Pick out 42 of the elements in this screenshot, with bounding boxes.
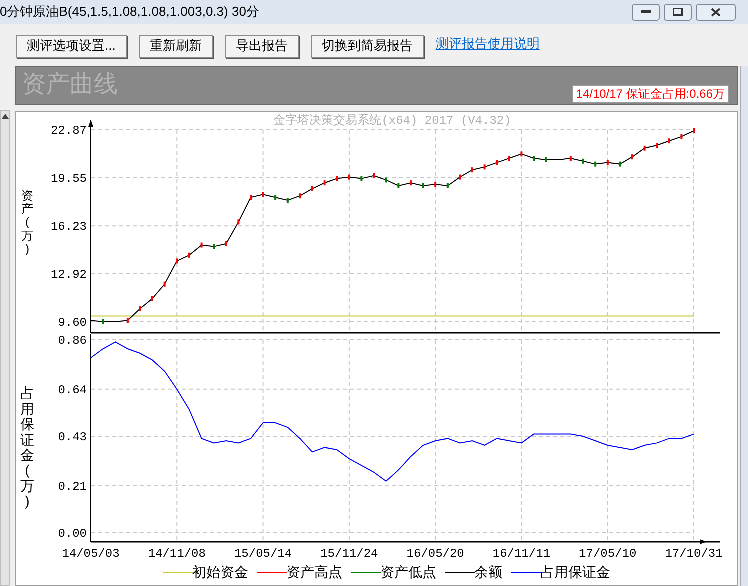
legend-label: 余额 <box>474 563 502 582</box>
minimize-icon <box>641 10 651 14</box>
y-tick-label: 9.60 <box>58 316 87 330</box>
help-link[interactable]: 测评报告使用说明 <box>436 34 540 54</box>
y-tick-label: 0.43 <box>58 430 87 444</box>
margin-annotation: 14/10/17 保证金占用:0.66万 <box>572 85 729 103</box>
x-tick-label: 15/05/14 <box>234 547 292 561</box>
y-tick-label: 0.64 <box>58 383 87 398</box>
toolbar-button[interactable]: 切换到简易报告 <box>310 34 424 58</box>
x-tick-label: 17/05/10 <box>579 547 637 561</box>
x-tick-label: 16/11/11 <box>492 547 551 561</box>
close-button[interactable] <box>696 4 736 20</box>
legend-label: 占用保证金 <box>540 563 610 582</box>
close-icon <box>711 8 721 16</box>
axis-title: 占用保证金(万) <box>19 386 36 510</box>
scroll-up-icon <box>2 114 8 119</box>
y-tick-label: 0.21 <box>58 480 87 494</box>
x-tick-label: 16/05/20 <box>406 547 464 561</box>
y-tick-label: 0.86 <box>58 334 87 348</box>
y-tick-label: 0.00 <box>58 527 87 541</box>
x-tick-label: 17/10/31 <box>665 547 723 561</box>
toolbar-button[interactable]: 测评选项设置... <box>16 34 127 58</box>
y-tick-label: 22.87 <box>50 124 87 138</box>
y-tick-label: 16.23 <box>50 220 87 234</box>
axis-title: 资产(万) <box>20 190 34 256</box>
minimize-button[interactable] <box>632 4 660 20</box>
scrollbar[interactable] <box>0 110 10 586</box>
legend-label: 初始资金 <box>192 563 248 582</box>
chart-title: 金字塔决策交易系统(x64) 2017 (V4.32) <box>274 114 512 128</box>
right-scrollbar[interactable] <box>740 66 748 586</box>
toolbar-button[interactable]: 导出报告 <box>224 34 299 58</box>
window-title: 0分钟原油B(45,1.5,1.08,1.08,1.003,0.3) 30分 <box>0 3 260 22</box>
x-tick-label: 15/11/24 <box>320 547 378 561</box>
maximize-icon <box>673 8 683 16</box>
y-tick-label: 19.55 <box>50 172 87 186</box>
legend-label: 资产高点 <box>286 563 342 582</box>
maximize-button[interactable] <box>664 4 692 20</box>
x-tick-label: 14/05/03 <box>62 547 120 561</box>
legend-label: 资产低点 <box>380 563 436 582</box>
x-tick-label: 14/11/08 <box>148 547 206 561</box>
y-tick-label: 12.92 <box>50 268 87 282</box>
toolbar-button[interactable]: 重新刷新 <box>138 34 213 58</box>
